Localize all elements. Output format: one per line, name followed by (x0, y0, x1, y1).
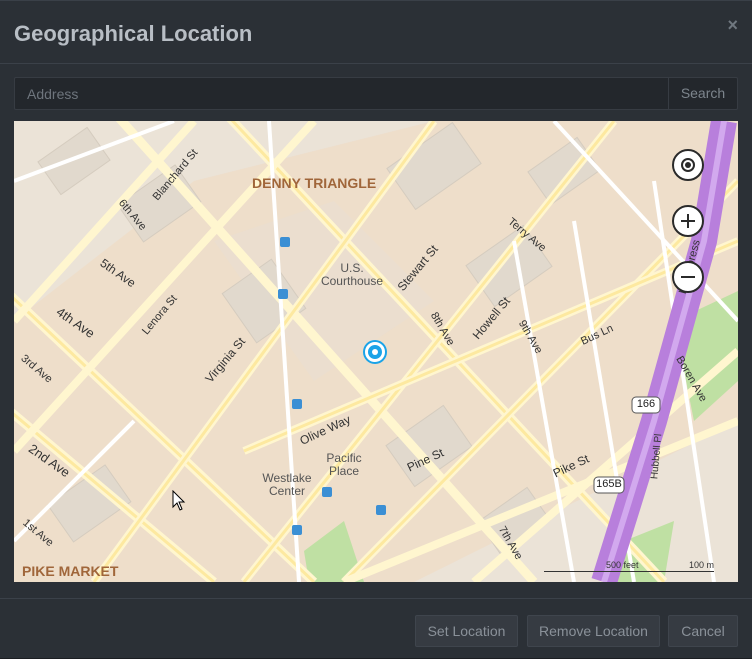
place-label-westlake-center: Westlake Center (262, 471, 312, 498)
address-search-bar: Search (14, 77, 738, 110)
remove-location-button[interactable]: Remove Location (527, 615, 660, 647)
transit-station-icon (376, 505, 386, 515)
zoom-out-button[interactable] (672, 261, 704, 293)
area-label-pike-market: PIKE MARKET (22, 563, 119, 579)
cancel-button[interactable]: Cancel (668, 615, 738, 647)
area-label-denny-triangle: DENNY TRIANGLE (252, 175, 377, 191)
place-label-pacific-place: Pacific Place (326, 451, 362, 478)
transit-station-icon (292, 399, 302, 409)
zoom-in-button[interactable] (672, 205, 704, 237)
highway-shield-166: 166 (636, 398, 656, 410)
map-scale-bar: 500 feet 100 m (544, 560, 714, 572)
location-pin-icon[interactable] (365, 342, 385, 362)
locate-me-button[interactable] (672, 149, 704, 181)
close-icon[interactable]: × (727, 15, 738, 35)
transit-station-icon (322, 487, 332, 497)
address-input[interactable] (15, 78, 669, 109)
dialog-header: Geographical Location × (0, 1, 752, 64)
minus-icon (681, 276, 695, 278)
transit-station-icon (278, 289, 288, 299)
transit-station-icon (292, 525, 302, 535)
geographical-location-dialog: Geographical Location × Search (0, 0, 752, 658)
dialog-title: Geographical Location (14, 21, 253, 46)
scale-meters: 100 m (688, 560, 714, 570)
set-location-button[interactable]: Set Location (415, 615, 518, 647)
transit-station-icon (280, 237, 290, 247)
map-canvas[interactable]: DENNY TRIANGLE PIKE MARKET U.S. Courthou… (14, 121, 738, 582)
search-button[interactable]: Search (668, 78, 737, 109)
place-label-courthouse: U.S. Courthouse (320, 261, 384, 288)
mouse-cursor-icon (172, 490, 186, 511)
highway-shield-165b: 165B (596, 478, 622, 490)
scale-feet: 500 feet (606, 560, 639, 570)
dialog-footer: Set Location Remove Location Cancel (0, 598, 752, 659)
